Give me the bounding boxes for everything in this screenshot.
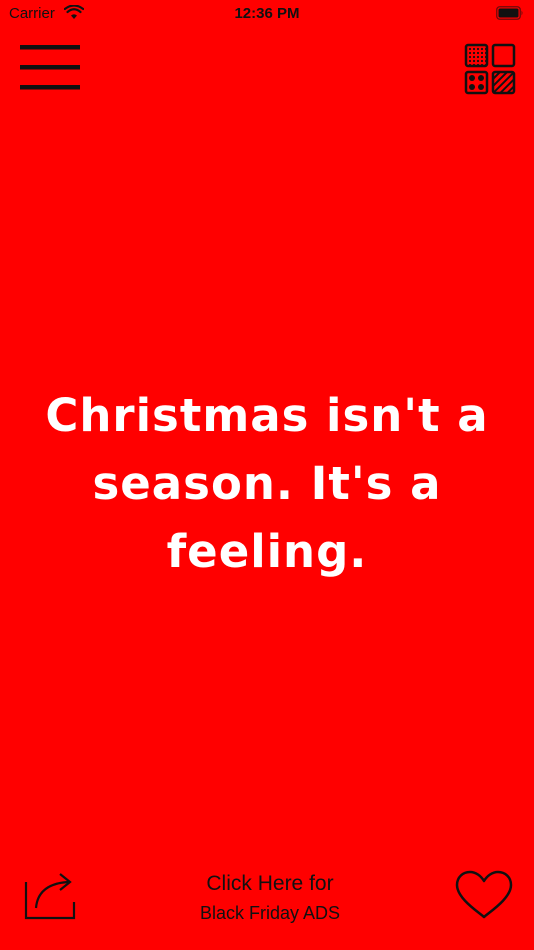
- status-time: 12:36 PM: [234, 5, 300, 22]
- background-pattern-grid-icon[interactable]: [464, 43, 516, 95]
- share-export-icon[interactable]: [24, 868, 76, 920]
- promo-line-2: Black Friday ADS: [199, 903, 341, 923]
- quote-screen: Carrier 12:36 PM Christmas isn't a seaso…: [0, 0, 534, 950]
- battery-icon: [496, 6, 523, 20]
- hamburger-menu-icon[interactable]: [20, 44, 80, 90]
- quote-text: Christmas isn't a season. It's a feeling…: [45, 389, 489, 578]
- promo-line-1: Click Here for: [206, 872, 334, 895]
- black-friday-ads-link[interactable]: Click Here for Black Friday ADS: [150, 870, 390, 928]
- heart-icon[interactable]: [455, 870, 513, 920]
- status-bar: Carrier 12:36 PM: [0, 0, 534, 28]
